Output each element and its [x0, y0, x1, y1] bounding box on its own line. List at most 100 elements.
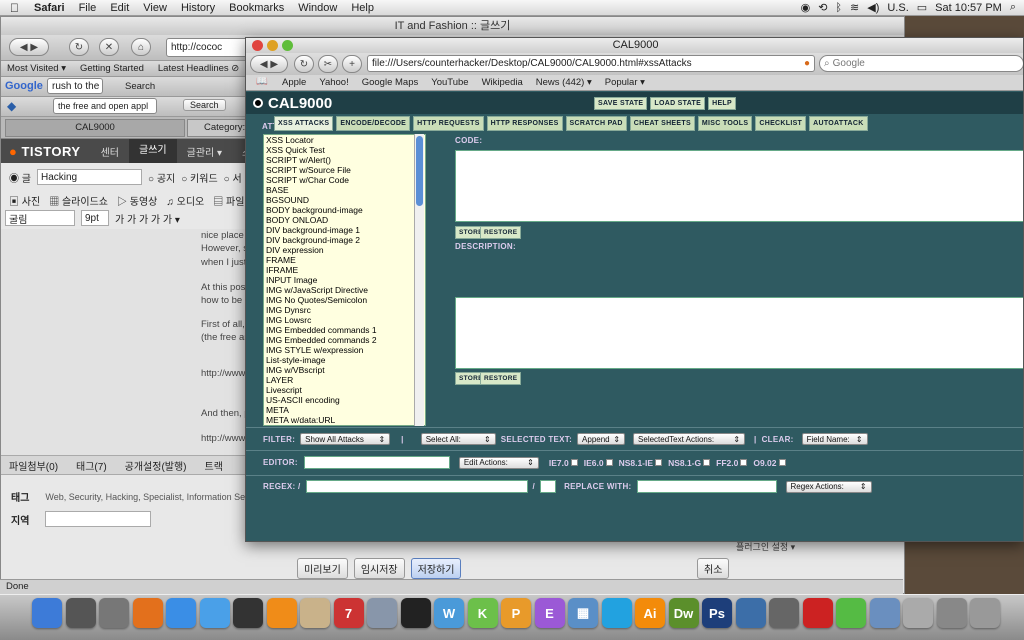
reload-icon[interactable]: ↻ — [294, 55, 314, 73]
radio-notice[interactable]: ○ 공지 — [148, 170, 175, 185]
help-button[interactable]: Help — [708, 97, 736, 110]
font-select[interactable]: 굴림 — [5, 210, 75, 226]
filter-select[interactable]: Show All Attacks ⇕ — [300, 433, 391, 445]
audio-button[interactable]: ♫ 오디오 — [166, 193, 204, 208]
search2-field[interactable]: the free and open appl — [53, 98, 157, 114]
attack-list-item[interactable]: IMG w/VBscript — [264, 365, 425, 375]
menu-view[interactable]: View — [136, 2, 174, 14]
radio-keyword[interactable]: ○ 키워드 — [181, 170, 217, 185]
attack-list-item[interactable]: BODY background-image — [264, 205, 425, 215]
ie7-checkbox[interactable]: IE7.0 — [549, 458, 578, 468]
checkbox-box[interactable] — [740, 459, 748, 466]
stop-icon[interactable]: ✕ — [99, 38, 119, 56]
dock-firefox-icon[interactable] — [132, 598, 163, 628]
dock-preview-icon[interactable] — [367, 598, 397, 628]
tag-input[interactable]: Web, Security, Hacking, Specialist, Info… — [45, 492, 254, 502]
apple-menu-icon[interactable]:  — [0, 1, 27, 15]
selected-text-actions-select[interactable]: SelectedText Actions: ⇕ — [633, 433, 746, 445]
tab-checklist[interactable]: Checklist — [755, 116, 807, 131]
bookmarks-book-icon[interactable]: 📖 — [256, 76, 268, 87]
dock-ms-icon[interactable]: ▦ — [568, 598, 598, 628]
attack-list[interactable]: XSS Locator XSS Quick Test SCRIPT w/Alert(… — [263, 134, 426, 426]
code-textarea[interactable] — [455, 150, 1023, 222]
screenshot-icon[interactable]: ✂ — [318, 55, 338, 73]
attack-list-item[interactable]: LAYER — [264, 375, 425, 385]
search2-button[interactable]: Search — [183, 99, 226, 111]
dock-q-icon[interactable] — [735, 598, 766, 628]
close-icon[interactable] — [252, 40, 263, 51]
attack-list-item[interactable]: DIV background-image 1 — [264, 225, 425, 235]
dock-mail-icon[interactable] — [300, 598, 330, 628]
desc-restore-button[interactable]: Restore — [480, 372, 522, 385]
slideshow-button[interactable]: ▦ 슬라이드쇼 — [49, 193, 108, 208]
attack-list-item[interactable]: BGSOUND — [264, 195, 425, 205]
add-bookmark-icon[interactable]: + — [342, 55, 362, 73]
tab-xss-attacks[interactable]: Xss Attacks — [274, 116, 334, 131]
dock-gear-icon[interactable] — [769, 598, 799, 628]
dock-disk-icon[interactable] — [936, 598, 967, 628]
checkbox-box[interactable] — [570, 459, 578, 466]
volume-icon[interactable]: ◀) — [867, 1, 879, 14]
dock-ai-icon[interactable]: Ai — [635, 598, 665, 628]
google-search-field[interactable]: rush to the t — [47, 78, 103, 94]
checkbox-box[interactable] — [605, 459, 613, 466]
attack-list-item[interactable]: INPUT Image — [264, 275, 425, 285]
bookmark-yahoo[interactable]: Yahoo! — [319, 77, 348, 88]
save-state-button[interactable]: Save State — [594, 97, 648, 110]
dock-ps-icon[interactable]: Ps — [702, 598, 732, 628]
attack-list-item[interactable]: IMG No Quotes/Semicolon — [264, 295, 425, 305]
attack-list-item[interactable]: SCRIPT w/Source File — [264, 165, 425, 175]
save-button[interactable]: 저장하기 — [410, 558, 462, 579]
menu-history[interactable]: History — [174, 2, 222, 14]
dock-preferences-icon[interactable] — [99, 598, 129, 628]
attack-list-item[interactable]: IMG Embedded commands 2 — [264, 335, 425, 345]
replace-input[interactable] — [636, 480, 777, 493]
menu-help[interactable]: Help — [344, 2, 381, 14]
size-select[interactable]: 9pt — [81, 210, 109, 226]
radio-other[interactable]: ○ 서 — [224, 170, 242, 185]
radio-icon[interactable]: ◉ 글 — [9, 170, 31, 185]
app-menu[interactable]: Safari — [27, 2, 72, 14]
code-restore-button[interactable]: Restore — [480, 226, 522, 239]
checkbox-box[interactable] — [778, 459, 786, 466]
attack-list-item[interactable]: META w/data:URL — [264, 415, 425, 425]
attach-tab[interactable]: 파일첨부(0) — [9, 458, 58, 473]
trackback-tab[interactable]: 트랙 — [205, 458, 223, 473]
video-button[interactable]: ▷ 동영상 — [117, 193, 157, 208]
dock-network-icon[interactable] — [233, 598, 263, 628]
location-input[interactable] — [45, 511, 152, 527]
temp-save-button[interactable]: 임시저장 — [353, 558, 405, 579]
attack-list-item[interactable]: BODY ONLOAD — [264, 215, 425, 225]
bookmark-youtube[interactable]: YouTube — [431, 77, 468, 88]
bookmark-latest-headlines[interactable]: Latest Headlines ⊘ — [158, 63, 239, 74]
tab-cheat-sheets[interactable]: Cheat Sheets — [629, 116, 695, 131]
home-icon[interactable]: ⌂ — [131, 38, 151, 56]
regex-actions-select[interactable]: Regex Actions: ⇕ — [785, 480, 872, 493]
menu-bookmarks[interactable]: Bookmarks — [222, 2, 291, 14]
bookmark-wikipedia[interactable]: Wikipedia — [482, 77, 523, 88]
nav-write[interactable]: 글쓰기 — [129, 139, 177, 163]
attack-list-item[interactable]: IMG STYLE w/expression — [264, 345, 425, 355]
cancel-button[interactable]: 취소 — [697, 558, 730, 579]
attack-list-item[interactable]: US-ASCII encoding — [264, 395, 425, 405]
select-all-select[interactable]: Select All: ⇕ — [420, 433, 496, 445]
bookmark-getting-started[interactable]: Getting Started — [80, 63, 144, 74]
back-forward-icon[interactable]: ◀ ▶ — [9, 38, 49, 56]
bookmark-google-maps[interactable]: Google Maps — [362, 77, 419, 88]
menu-window[interactable]: Window — [291, 2, 344, 14]
dock-folder-icon[interactable] — [869, 598, 900, 628]
tab-http-responses[interactable]: Http Responses — [486, 116, 563, 131]
nav-center[interactable]: 센터 — [91, 144, 129, 159]
ff20-checkbox[interactable]: FF2.0 — [716, 458, 748, 468]
dock-k-icon[interactable]: K — [467, 598, 498, 628]
dock-dw-icon[interactable]: Dw — [668, 598, 699, 628]
ns81ie-checkbox[interactable]: NS8.1-IE — [619, 458, 663, 468]
attack-list-item[interactable]: IMG Dynsrc — [264, 305, 425, 315]
dock-terminal-icon[interactable] — [400, 598, 431, 628]
back-forward-icon[interactable]: ◀ ▶ — [250, 55, 288, 73]
bluetooth-icon[interactable]: ᛒ — [835, 2, 842, 14]
dock-cam-icon[interactable] — [802, 598, 833, 628]
bookmark-news[interactable]: News (442) ▾ — [536, 77, 592, 88]
public-tab[interactable]: 공개설정(발행) — [125, 458, 187, 473]
reload-icon[interactable]: ↻ — [69, 38, 89, 56]
